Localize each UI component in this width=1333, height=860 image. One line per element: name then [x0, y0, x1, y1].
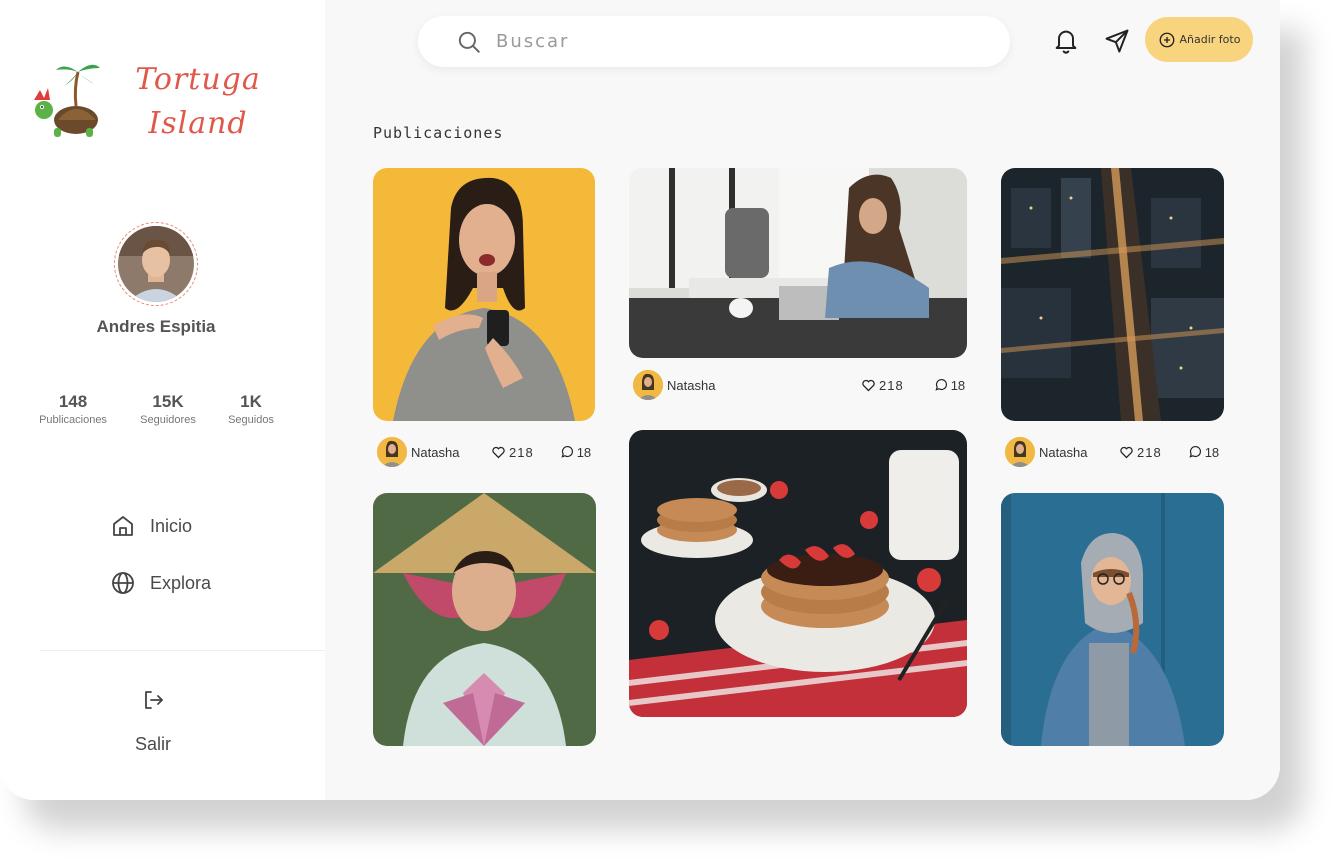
brand-logo[interactable]: Tortuga Island: [28, 58, 268, 148]
post-image[interactable]: [1001, 493, 1224, 746]
search-input[interactable]: [496, 31, 976, 52]
stat-publicaciones: 148 Publicaciones: [34, 392, 112, 426]
profile-avatar[interactable]: [114, 222, 198, 306]
post-meta: Natasha 218 18: [377, 437, 591, 467]
post-photo-cafe-laptop: [629, 168, 967, 358]
author-avatar[interactable]: [377, 437, 407, 467]
post-meta: Natasha 218 18: [633, 370, 965, 400]
bell-icon[interactable]: [1052, 27, 1080, 55]
logout-icon: [145, 691, 163, 709]
comment-icon: [935, 378, 947, 391]
app-window: Tortuga Island Andres Espitia 148 Public: [0, 0, 1280, 800]
comment-count: 18: [950, 377, 966, 393]
brand-name-line2: Island: [148, 106, 248, 141]
author-avatar-photo: [633, 370, 663, 400]
profile-name: Andres Espitia: [96, 317, 216, 336]
home-icon: [110, 513, 136, 539]
like-count: 218: [509, 444, 534, 460]
like-button[interactable]: 218: [861, 378, 904, 393]
stat-label: Seguidores: [140, 414, 196, 426]
stat-label: Seguidos: [228, 414, 274, 426]
author-avatar-photo: [377, 437, 407, 467]
globe-icon: [110, 570, 136, 596]
stat-seguidos: 1K Seguidos: [222, 392, 280, 426]
search-icon: [458, 31, 480, 53]
main-content: Añadir foto Publicaciones Natasha: [325, 0, 1280, 800]
profile-photo: [118, 226, 194, 302]
post-photo-woman-lotus: [373, 493, 596, 746]
comment-button[interactable]: 18: [1188, 445, 1219, 460]
comment-count: 18: [1204, 444, 1220, 460]
author-name[interactable]: Natasha: [667, 378, 861, 393]
like-count: 218: [1137, 444, 1162, 460]
turtle-palm-logo-icon: [34, 64, 100, 137]
heart-icon: [1120, 446, 1133, 458]
nav-item-label: Explora: [150, 572, 212, 593]
post-photo-city-night: [1001, 168, 1224, 421]
post-photo-woman-phone: [373, 168, 595, 421]
post-photo-woman-denim: [1001, 493, 1224, 746]
sidebar: Tortuga Island Andres Espitia 148 Public: [0, 0, 325, 800]
add-circle-icon: [1159, 32, 1174, 47]
stat-label: Publicaciones: [39, 414, 107, 426]
brand-name-line1: Tortuga: [135, 62, 261, 97]
nav-item-inicio[interactable]: Inicio: [110, 511, 192, 541]
like-button[interactable]: 218: [491, 445, 534, 460]
post-image[interactable]: [1001, 168, 1224, 421]
logout-button[interactable]: Salir: [120, 688, 186, 755]
post-image[interactable]: [373, 493, 596, 746]
brand-name: Tortuga Island: [128, 58, 268, 146]
comment-button[interactable]: 18: [934, 378, 965, 393]
author-avatar[interactable]: [633, 370, 663, 400]
heart-icon: [492, 446, 505, 458]
author-name[interactable]: Natasha: [411, 445, 491, 460]
nav-item-label: Inicio: [150, 515, 193, 536]
heart-icon: [862, 379, 875, 391]
like-count: 218: [879, 377, 904, 393]
search-bar[interactable]: [418, 16, 1010, 67]
comment-icon: [561, 445, 573, 458]
comment-count: 18: [576, 444, 592, 460]
sidebar-divider: [40, 650, 325, 651]
post-image[interactable]: [373, 168, 595, 421]
send-icon[interactable]: [1103, 27, 1131, 55]
stat-seguidores: 15K Seguidores: [135, 392, 201, 426]
comment-icon: [1189, 445, 1201, 458]
author-avatar-photo: [1005, 437, 1035, 467]
stat-value: 1K: [240, 392, 262, 411]
like-button[interactable]: 218: [1119, 445, 1162, 460]
nav-item-explora[interactable]: Explora: [110, 568, 211, 598]
stat-value: 148: [58, 392, 88, 411]
author-avatar[interactable]: [1005, 437, 1035, 467]
post-image[interactable]: [629, 168, 967, 358]
comment-button[interactable]: 18: [560, 445, 591, 460]
post-meta: Natasha 218 18: [1005, 437, 1219, 467]
post-image[interactable]: [629, 430, 967, 717]
section-title: Publicaciones: [373, 124, 504, 142]
post-photo-pancakes: [629, 430, 967, 717]
add-photo-label: Añadir foto: [1179, 33, 1241, 46]
add-photo-button[interactable]: Añadir foto: [1145, 17, 1253, 62]
logout-label: Salir: [134, 734, 171, 754]
author-name[interactable]: Natasha: [1039, 445, 1119, 460]
stat-value: 15K: [152, 392, 184, 411]
